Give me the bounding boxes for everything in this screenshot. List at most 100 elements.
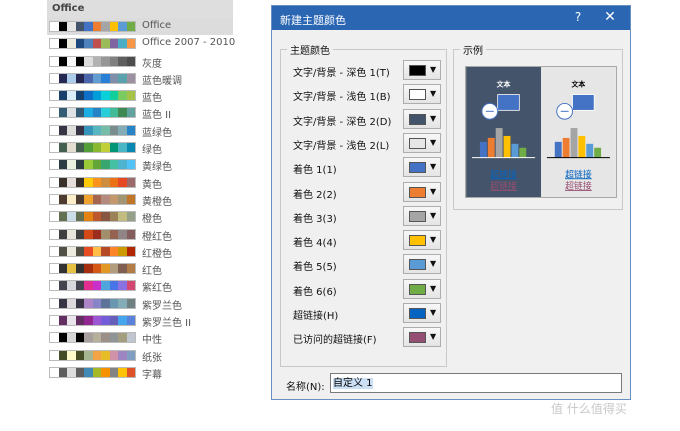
name-input[interactable]: 自定义 1 [330, 373, 622, 393]
color-picker-button[interactable]: ▼ [403, 84, 441, 105]
theme-item[interactable]: 蓝色 [47, 87, 233, 104]
theme-item[interactable]: 紫罗兰色 II [47, 312, 233, 329]
swatch [58, 316, 67, 326]
theme-item[interactable]: 灰度 [47, 53, 233, 70]
theme-item[interactable]: Office [47, 18, 233, 36]
theme-item[interactable]: 黄色 [47, 174, 233, 191]
theme-item[interactable]: 蓝色暖调 [47, 70, 233, 87]
swatch [101, 367, 110, 377]
theme-item[interactable]: 紫红色 [47, 277, 233, 294]
color-swatch [409, 308, 426, 319]
swatch [118, 91, 127, 101]
swatch [67, 333, 76, 343]
swatch [67, 91, 76, 101]
swatch [92, 246, 101, 256]
color-row-label: 着色 1(1) [293, 165, 337, 177]
color-swatch [409, 259, 426, 271]
swatch [84, 246, 93, 256]
swatch [101, 160, 110, 170]
swatch [92, 212, 101, 222]
theme-items: Office Office 2007 - 2010 灰度 蓝色暖调蓝色 蓝色 II 蓝绿色… [47, 18, 235, 381]
theme-item[interactable]: Office 2007 - 2010 [47, 35, 235, 52]
swatch [101, 298, 110, 308]
theme-item[interactable]: 红橙色 [47, 243, 233, 260]
swatch [84, 264, 93, 274]
swatch [92, 39, 101, 49]
theme-item[interactable]: 黄橙色 [47, 191, 233, 208]
swatch [126, 160, 135, 170]
theme-swatches [49, 90, 136, 102]
color-picker-button[interactable]: ▼ [403, 108, 441, 129]
swatch [75, 108, 84, 118]
color-picker-button[interactable]: ▼ [403, 181, 441, 202]
swatch [58, 246, 67, 256]
theme-preview: 文本超链接超链接 文本超链接超链接 [465, 66, 617, 198]
color-picker-button[interactable]: ▼ [403, 327, 441, 348]
theme-swatches [49, 55, 136, 67]
preview-hyperlink: 超链接 [565, 168, 592, 180]
color-row: 文字/背景 - 浅色 2(L) ▼ [281, 132, 441, 153]
swatch [58, 160, 67, 170]
theme-swatches [49, 124, 136, 136]
theme-swatches [49, 315, 136, 327]
swatch [84, 281, 93, 291]
swatch [92, 194, 101, 204]
theme-item[interactable]: 蓝色 II [47, 104, 233, 121]
swatch [101, 316, 110, 326]
theme-item[interactable]: 蓝绿色 [47, 122, 233, 139]
theme-list-header: Office [47, 0, 233, 18]
theme-item[interactable]: 纸张 [47, 347, 233, 364]
swatch [92, 160, 101, 170]
theme-item[interactable]: 字幕 [47, 364, 233, 381]
theme-item[interactable]: 紫罗兰色 [47, 295, 233, 312]
swatch [67, 73, 76, 83]
theme-item[interactable]: 黄绿色 [47, 156, 233, 173]
color-picker-button[interactable]: ▼ [403, 254, 441, 275]
theme-name: 紫罗兰色 II [142, 318, 192, 330]
preview-bar [495, 128, 503, 158]
swatch [109, 246, 118, 256]
theme-swatches [49, 72, 136, 84]
theme-item[interactable]: 橙色 [47, 208, 233, 225]
swatch [92, 298, 101, 308]
swatch [75, 39, 84, 49]
color-picker-button[interactable]: ▼ [403, 60, 441, 80]
color-picker-button[interactable]: ▼ [403, 230, 441, 251]
theme-item[interactable]: 中性 [47, 329, 233, 346]
preview-bar [503, 135, 511, 158]
close-button[interactable]: ✕ [602, 9, 618, 25]
theme-name: 蓝色 [142, 93, 162, 105]
dialog-titlebar: 新建主题颜色 ? ✕ [272, 6, 630, 30]
dropdown-arrow-icon: ▼ [430, 283, 437, 293]
dropdown-arrow-icon: ▼ [430, 137, 437, 147]
swatch [101, 22, 110, 31]
theme-swatches [49, 38, 136, 50]
swatch [58, 367, 67, 377]
color-picker-button[interactable]: ▼ [403, 278, 441, 299]
theme-item[interactable]: 橙红色 [47, 226, 233, 243]
preview-bar [578, 135, 586, 158]
color-picker-button[interactable]: ▼ [403, 303, 441, 323]
swatch [118, 22, 127, 31]
color-swatch [409, 65, 426, 76]
swatch [50, 177, 59, 187]
swatch [118, 264, 127, 274]
theme-swatches [49, 280, 136, 292]
help-button[interactable]: ? [570, 10, 586, 26]
swatch [109, 229, 118, 239]
color-picker-button[interactable]: ▼ [403, 132, 441, 153]
theme-item[interactable]: 红色 [47, 260, 233, 277]
color-picker-button[interactable]: ▼ [403, 157, 441, 178]
color-row-label: 着色 5(5) [293, 262, 337, 274]
theme-swatches [49, 245, 136, 257]
theme-name: 黄色 [142, 179, 162, 191]
swatch [126, 125, 135, 135]
swatch [84, 212, 93, 222]
theme-swatches [49, 228, 136, 240]
swatch [50, 194, 59, 204]
swatch [67, 367, 76, 377]
swatch [92, 143, 101, 153]
color-picker-button[interactable]: ▼ [403, 205, 441, 226]
dropdown-arrow-icon: ▼ [430, 113, 437, 123]
theme-item[interactable]: 绿色 [47, 139, 233, 156]
